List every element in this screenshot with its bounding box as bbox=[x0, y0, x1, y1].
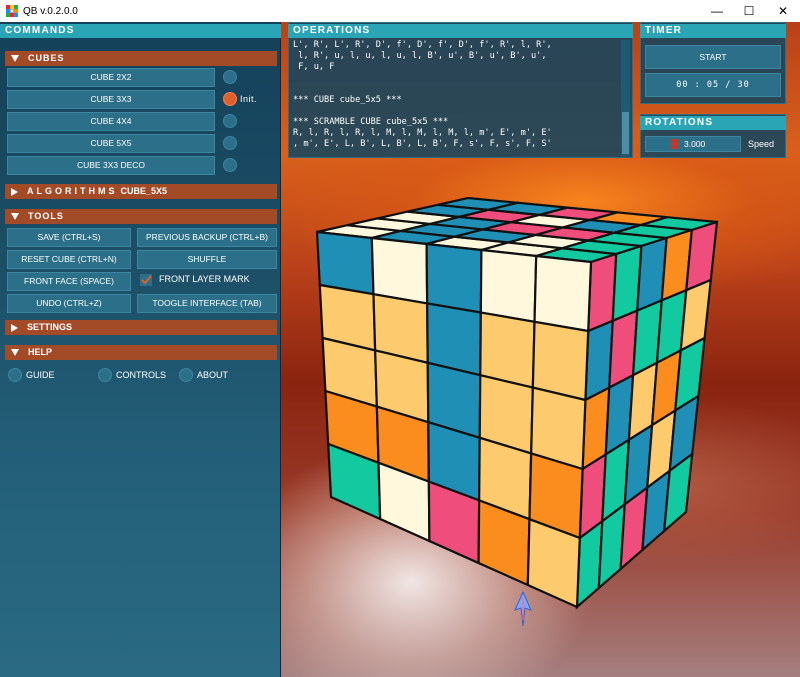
cube-right-face-sticker[interactable] bbox=[679, 278, 713, 353]
cube-3x3-button[interactable]: CUBE 3X3 bbox=[7, 90, 215, 109]
app-icon bbox=[6, 5, 18, 17]
reset-cube-button[interactable]: RESET CUBE (CTRL+N) bbox=[7, 250, 131, 269]
title-bar: QB v.0.2.0.0 — ☐ ✕ bbox=[0, 0, 800, 22]
cube-5x5-button[interactable]: CUBE 5X5 bbox=[7, 134, 215, 153]
rotations-header: ROTATIONS bbox=[640, 116, 786, 130]
cubes-section-header[interactable]: CUBES bbox=[5, 51, 277, 66]
chevron-right-icon bbox=[11, 323, 18, 332]
minimize-button[interactable]: — bbox=[700, 0, 734, 22]
toggle-interface-button[interactable]: TOOGLE INTERFACE (TAB) bbox=[137, 294, 277, 313]
operations-log[interactable]: L', R', L', R', D', f', D', f', D', f', … bbox=[293, 40, 621, 156]
about-label[interactable]: ABOUT bbox=[197, 370, 228, 380]
cube-right-face-sticker[interactable] bbox=[685, 220, 719, 292]
front-layer-mark-checkbox[interactable] bbox=[140, 274, 152, 286]
window-title: QB v.0.2.0.0 bbox=[23, 5, 78, 17]
cube-2x2-radio[interactable] bbox=[223, 70, 237, 84]
front-face-button[interactable]: FRONT FACE (SPACE) bbox=[7, 272, 131, 291]
app-window: QB v.0.2.0.0 — ☐ ✕ COMMANDS CUBES CUBE 2… bbox=[0, 0, 800, 677]
commands-header: COMMANDS bbox=[0, 24, 281, 38]
maximize-button[interactable]: ☐ bbox=[732, 0, 766, 22]
cube-front-face[interactable] bbox=[315, 230, 593, 609]
speed-label: Speed bbox=[748, 139, 775, 149]
cube-3x3-status: Init. bbox=[240, 94, 258, 104]
cubes-section-title: CUBES bbox=[28, 53, 65, 63]
timer-start-button[interactable]: START bbox=[645, 45, 781, 69]
algorithms-section-subtitle: CUBE_5X5 bbox=[120, 186, 168, 196]
shuffle-button[interactable]: SHUFFLE bbox=[137, 250, 277, 269]
speed-slider[interactable]: 3.000 bbox=[645, 136, 741, 152]
operations-header: OPERATIONS bbox=[288, 24, 633, 38]
front-layer-mark-label: FRONT LAYER MARK bbox=[159, 274, 250, 284]
algorithms-section-title: ALGORITHMS bbox=[27, 186, 118, 196]
tools-section-title: TOOLS bbox=[28, 211, 64, 221]
settings-section-header[interactable]: SETTINGS bbox=[5, 320, 277, 335]
help-section-header[interactable]: HELP bbox=[5, 345, 277, 360]
save-button[interactable]: SAVE (CTRL+S) bbox=[7, 228, 131, 247]
cube-3x3-deco-button[interactable]: CUBE 3X3 DECO bbox=[7, 156, 215, 175]
chevron-right-icon bbox=[11, 187, 18, 196]
cube-3x3-radio[interactable] bbox=[223, 92, 237, 106]
cube-front-face-sticker[interactable] bbox=[425, 242, 483, 314]
cube-2x2-button[interactable]: CUBE 2X2 bbox=[7, 68, 215, 87]
chevron-down-icon bbox=[11, 55, 19, 62]
timer-display: 00 : 05 / 30 bbox=[645, 73, 781, 97]
checkmark-icon bbox=[141, 275, 152, 285]
controls-radio[interactable] bbox=[98, 368, 112, 382]
algorithms-section-header[interactable]: ALGORITHMS CUBE_5X5 bbox=[5, 184, 277, 199]
guide-radio[interactable] bbox=[8, 368, 22, 382]
cube-5x5-radio[interactable] bbox=[223, 136, 237, 150]
cube-3x3-deco-radio[interactable] bbox=[223, 158, 237, 172]
cube-right-face[interactable] bbox=[575, 220, 719, 610]
cube-4x4-button[interactable]: CUBE 4X4 bbox=[7, 112, 215, 131]
previous-backup-button[interactable]: PREVIOUS BACKUP (CTRL+B) bbox=[137, 228, 277, 247]
cube-front-face-sticker[interactable] bbox=[479, 248, 538, 324]
mouse-cursor-icon bbox=[513, 590, 533, 630]
help-section-title: HELP bbox=[28, 347, 53, 357]
speed-value: 3.000 bbox=[684, 139, 706, 149]
undo-button[interactable]: UNDO (CTRL+Z) bbox=[7, 294, 131, 313]
operations-scrollbar-thumb[interactable] bbox=[622, 112, 629, 154]
cube-front-face-sticker[interactable] bbox=[531, 320, 590, 402]
guide-label[interactable]: GUIDE bbox=[26, 370, 55, 380]
speed-slider-handle[interactable] bbox=[671, 139, 678, 149]
settings-section-title: SETTINGS bbox=[27, 322, 73, 332]
timer-header: TIMER bbox=[640, 24, 786, 38]
close-button[interactable]: ✕ bbox=[766, 0, 800, 22]
chevron-down-icon bbox=[11, 349, 19, 356]
chevron-down-icon bbox=[11, 213, 19, 220]
cube-front-face-sticker[interactable] bbox=[533, 254, 593, 333]
tools-section-header[interactable]: TOOLS bbox=[5, 209, 277, 224]
cube-front-face-sticker[interactable] bbox=[370, 236, 429, 305]
cube-4x4-radio[interactable] bbox=[223, 114, 237, 128]
controls-label[interactable]: CONTROLS bbox=[116, 370, 166, 380]
about-radio[interactable] bbox=[179, 368, 193, 382]
